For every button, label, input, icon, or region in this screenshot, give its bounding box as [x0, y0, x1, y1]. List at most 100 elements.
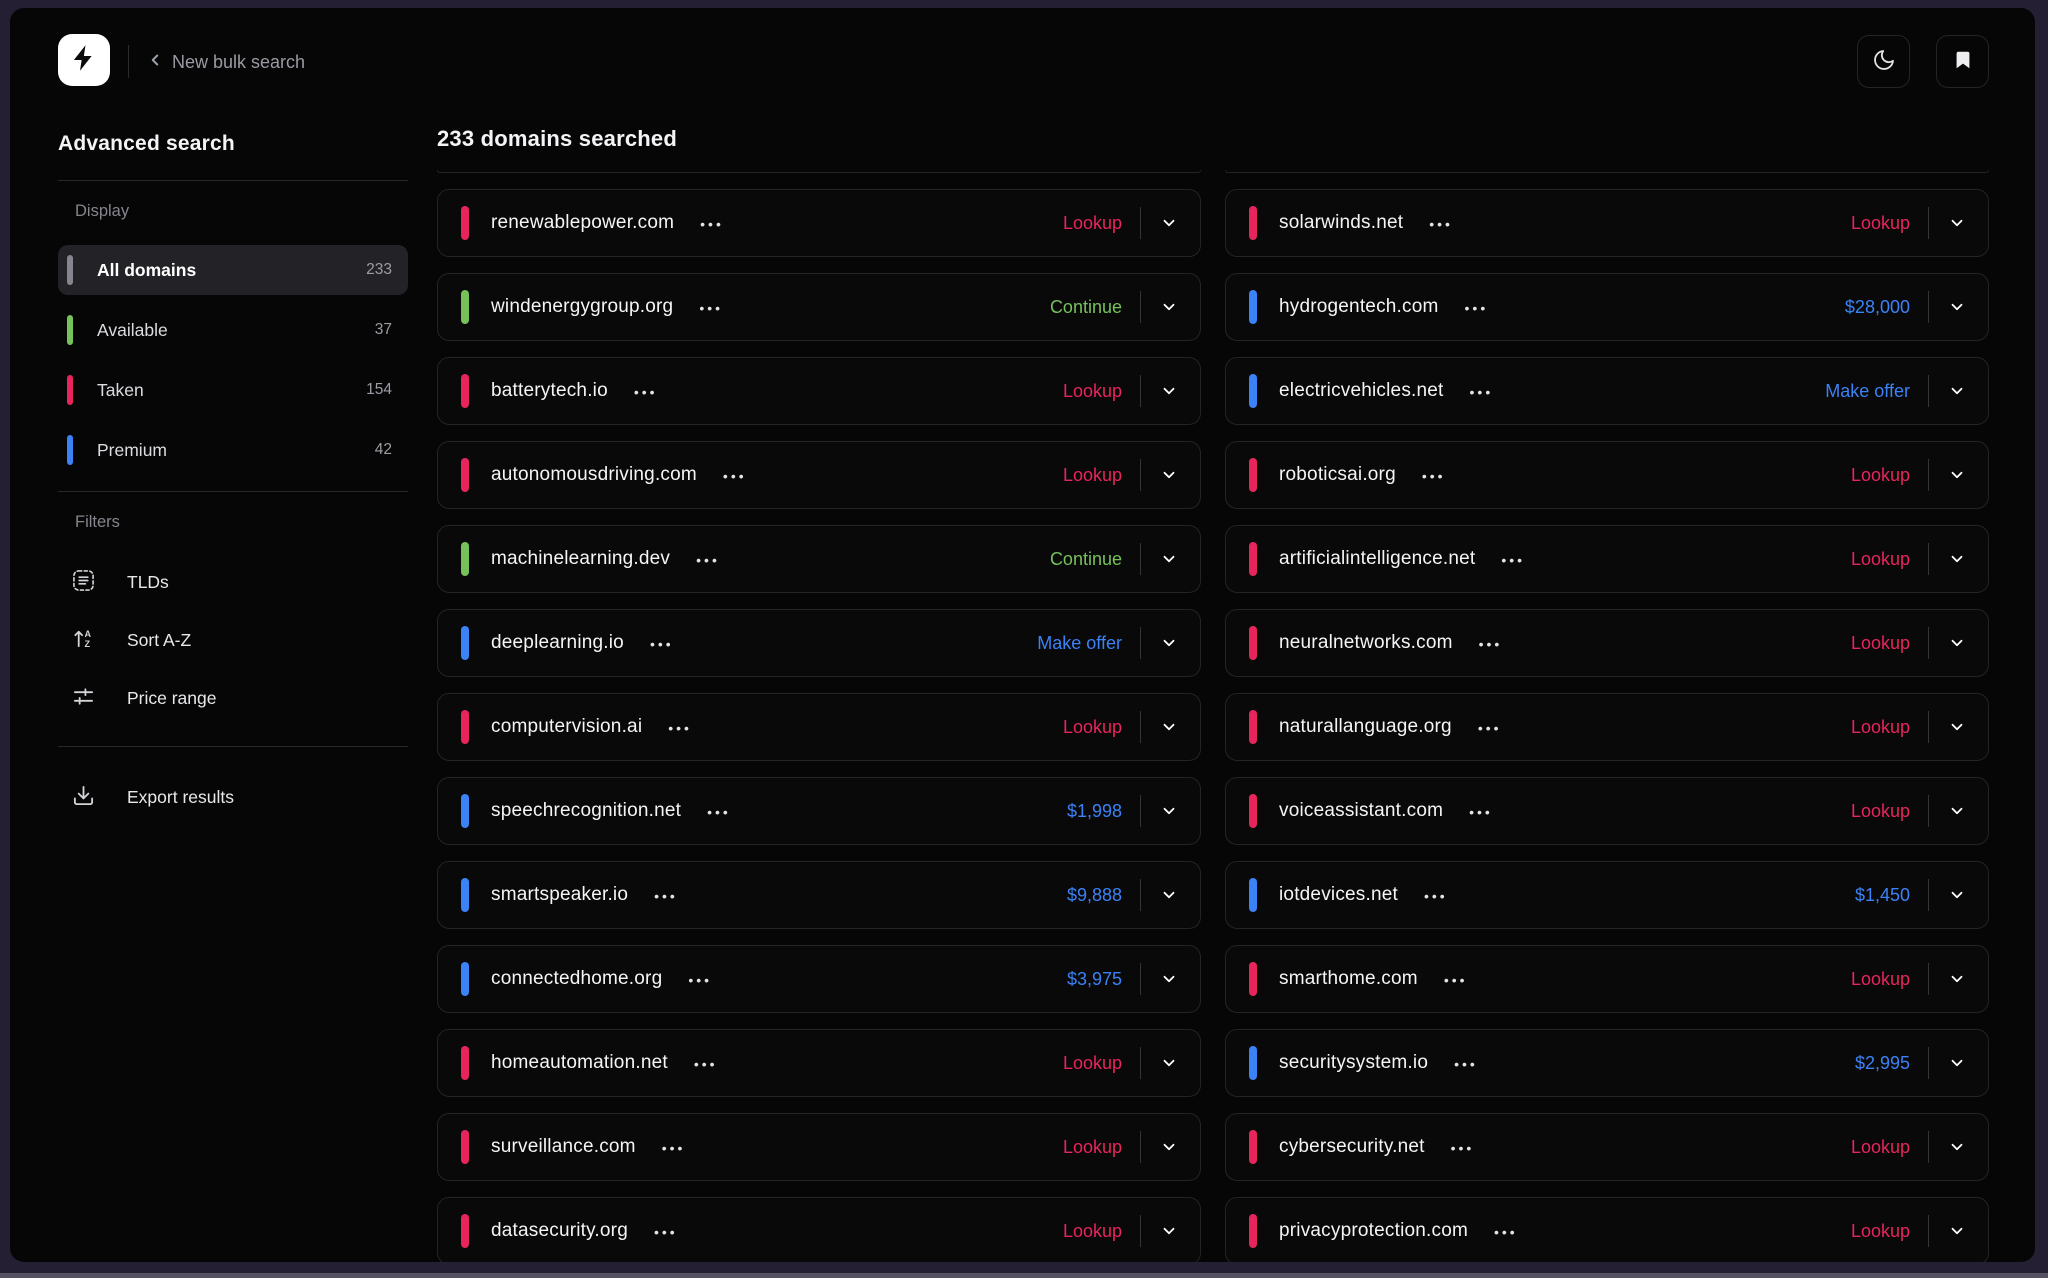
domain-status[interactable]: $9,888	[1067, 885, 1122, 906]
chevron-down-icon[interactable]	[1160, 1222, 1178, 1240]
domain-row[interactable]: autonomousdriving.com ••• Lookup	[437, 441, 1201, 509]
domain-row[interactable]: solarwinds.net ••• Lookup	[1225, 189, 1989, 257]
domain-menu-button[interactable]: •••	[654, 1223, 678, 1239]
domain-menu-button[interactable]: •••	[1469, 803, 1493, 819]
domain-status[interactable]: Lookup	[1851, 717, 1910, 738]
domain-status[interactable]: $28,000	[1845, 297, 1910, 318]
chevron-down-icon[interactable]	[1160, 886, 1178, 904]
export-results-button[interactable]: Export results	[58, 775, 408, 819]
domain-menu-button[interactable]: •••	[654, 887, 678, 903]
chevron-down-icon[interactable]	[1160, 802, 1178, 820]
domain-status[interactable]: Lookup	[1063, 1137, 1122, 1158]
domain-menu-button[interactable]: •••	[1444, 971, 1468, 987]
domain-row[interactable]: computervision.ai ••• Lookup	[437, 693, 1201, 761]
chevron-down-icon[interactable]	[1160, 970, 1178, 988]
chevron-down-icon[interactable]	[1160, 1054, 1178, 1072]
domain-status[interactable]: $1,450	[1855, 885, 1910, 906]
domain-row[interactable]: cybersecurity.net ••• Lookup	[1225, 1113, 1989, 1181]
domain-row[interactable]: connectedhome.org ••• $3,975	[437, 945, 1201, 1013]
chevron-down-icon[interactable]	[1160, 466, 1178, 484]
chevron-down-icon[interactable]	[1948, 1054, 1966, 1072]
domain-menu-button[interactable]: •••	[662, 1139, 686, 1155]
domain-menu-button[interactable]: •••	[707, 803, 731, 819]
domain-status[interactable]: Make offer	[1037, 633, 1122, 654]
domain-menu-button[interactable]: •••	[723, 467, 747, 483]
domain-row[interactable]: deeplearning.io ••• Make offer	[437, 609, 1201, 677]
sidebar-display-item[interactable]: Taken 154	[58, 365, 408, 415]
domain-row[interactable]: homeautomation.net ••• Lookup	[437, 1029, 1201, 1097]
chevron-down-icon[interactable]	[1160, 1138, 1178, 1156]
sidebar-display-item[interactable]: Available 37	[58, 305, 408, 355]
chevron-down-icon[interactable]	[1160, 298, 1178, 316]
domain-row[interactable]: hydrogentech.com ••• $28,000	[1225, 273, 1989, 341]
domain-status[interactable]: Make offer	[1825, 381, 1910, 402]
domain-row[interactable]: smarthome.com ••• Lookup	[1225, 945, 1989, 1013]
chevron-down-icon[interactable]	[1160, 550, 1178, 568]
domain-menu-button[interactable]: •••	[1470, 383, 1494, 399]
chevron-down-icon[interactable]	[1160, 214, 1178, 232]
domain-status[interactable]: Lookup	[1851, 549, 1910, 570]
chevron-down-icon[interactable]	[1948, 718, 1966, 736]
domain-row[interactable]: securitysystem.io ••• $2,995	[1225, 1029, 1989, 1097]
chevron-down-icon[interactable]	[1948, 1138, 1966, 1156]
domain-menu-button[interactable]: •••	[1429, 215, 1453, 231]
filter-tlds[interactable]: TLDs	[58, 560, 408, 604]
chevron-down-icon[interactable]	[1948, 802, 1966, 820]
domain-menu-button[interactable]: •••	[1454, 1055, 1478, 1071]
domain-row[interactable]: iotdevices.net ••• $1,450	[1225, 861, 1989, 929]
domain-status[interactable]: Lookup	[1851, 801, 1910, 822]
chevron-down-icon[interactable]	[1948, 634, 1966, 652]
theme-toggle-button[interactable]	[1857, 35, 1910, 88]
domain-row[interactable]: windenergygroup.org ••• Continue	[437, 273, 1201, 341]
domain-row[interactable]: artificialintelligence.net ••• Lookup	[1225, 525, 1989, 593]
chevron-down-icon[interactable]	[1160, 718, 1178, 736]
domain-status[interactable]: Lookup	[1851, 1137, 1910, 1158]
domain-menu-button[interactable]: •••	[688, 971, 712, 987]
domain-status[interactable]: Lookup	[1063, 213, 1122, 234]
domain-status[interactable]: Lookup	[1063, 717, 1122, 738]
back-button[interactable]: New bulk search	[146, 44, 305, 80]
domain-menu-button[interactable]: •••	[1479, 635, 1503, 651]
domain-status[interactable]: $2,995	[1855, 1053, 1910, 1074]
domain-status[interactable]: Lookup	[1063, 1221, 1122, 1242]
domain-status[interactable]: Lookup	[1063, 465, 1122, 486]
sidebar-display-item[interactable]: Premium 42	[58, 425, 408, 475]
domain-menu-button[interactable]: •••	[696, 551, 720, 567]
domain-row[interactable]: neuralnetworks.com ••• Lookup	[1225, 609, 1989, 677]
domain-menu-button[interactable]: •••	[1422, 467, 1446, 483]
domain-status[interactable]: Lookup	[1851, 969, 1910, 990]
domain-menu-button[interactable]: •••	[1478, 719, 1502, 735]
domain-menu-button[interactable]: •••	[700, 215, 724, 231]
domain-status[interactable]: $3,975	[1067, 969, 1122, 990]
domain-row[interactable]: naturallanguage.org ••• Lookup	[1225, 693, 1989, 761]
domain-menu-button[interactable]: •••	[1501, 551, 1525, 567]
domain-status[interactable]: Continue	[1050, 297, 1122, 318]
domain-row[interactable]: surveillance.com ••• Lookup	[437, 1113, 1201, 1181]
sidebar-display-item[interactable]: All domains 233	[58, 245, 408, 295]
chevron-down-icon[interactable]	[1160, 382, 1178, 400]
bookmarks-button[interactable]	[1936, 35, 1989, 88]
domain-row[interactable]: machinelearning.dev ••• Continue	[437, 525, 1201, 593]
chevron-down-icon[interactable]	[1948, 382, 1966, 400]
domain-row[interactable]: roboticsai.org ••• Lookup	[1225, 441, 1989, 509]
domain-menu-button[interactable]: •••	[1465, 299, 1489, 315]
chevron-down-icon[interactable]	[1948, 214, 1966, 232]
chevron-down-icon[interactable]	[1948, 1222, 1966, 1240]
chevron-down-icon[interactable]	[1948, 550, 1966, 568]
domain-menu-button[interactable]: •••	[1451, 1139, 1475, 1155]
domain-menu-button[interactable]: •••	[668, 719, 692, 735]
domain-status[interactable]: Lookup	[1851, 633, 1910, 654]
domain-row[interactable]: renewablepower.com ••• Lookup	[437, 189, 1201, 257]
domain-row[interactable]: smartspeaker.io ••• $9,888	[437, 861, 1201, 929]
filter-sort-az[interactable]: AZ Sort A-Z	[58, 618, 408, 662]
domain-row[interactable]: speechrecognition.net ••• $1,998	[437, 777, 1201, 845]
domain-menu-button[interactable]: •••	[634, 383, 658, 399]
domain-status[interactable]: Lookup	[1851, 213, 1910, 234]
domain-status[interactable]: Lookup	[1851, 465, 1910, 486]
chevron-down-icon[interactable]	[1948, 886, 1966, 904]
domain-row[interactable]: voiceassistant.com ••• Lookup	[1225, 777, 1989, 845]
domain-menu-button[interactable]: •••	[1424, 887, 1448, 903]
domain-status[interactable]: Continue	[1050, 549, 1122, 570]
chevron-down-icon[interactable]	[1948, 298, 1966, 316]
domain-menu-button[interactable]: •••	[650, 635, 674, 651]
